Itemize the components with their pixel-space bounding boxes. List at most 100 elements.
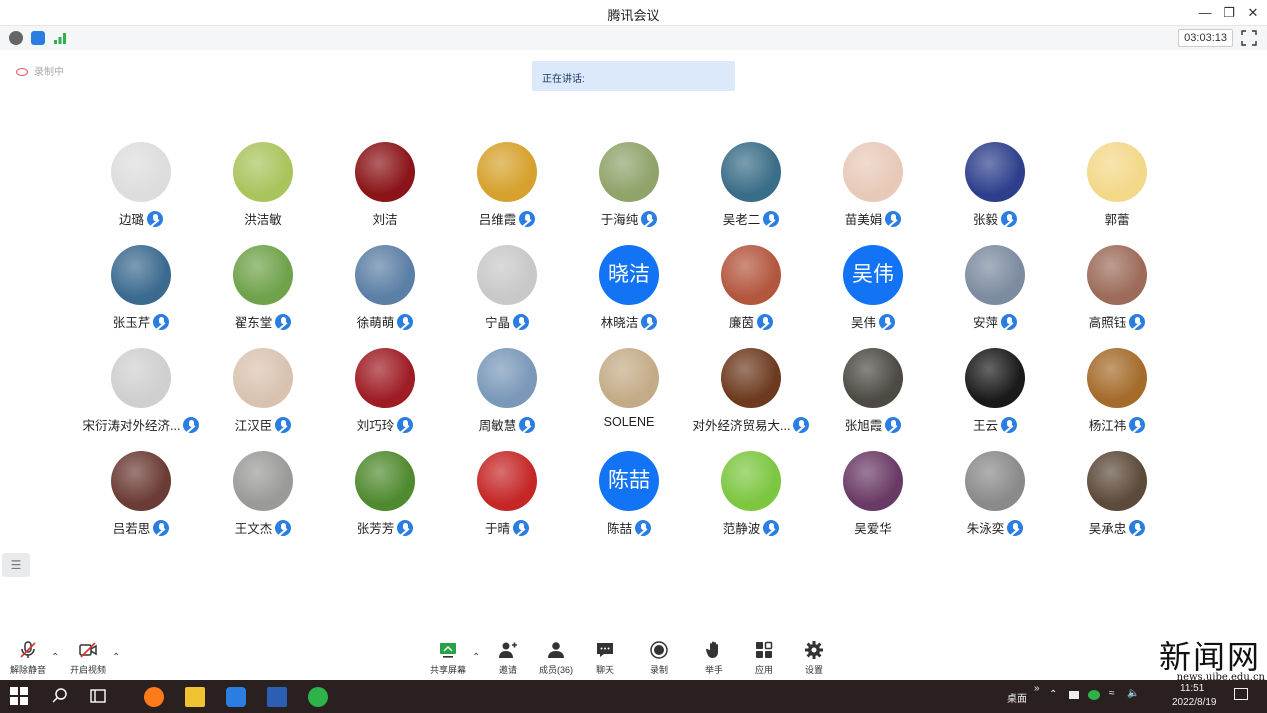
participant-tile[interactable]: SOLENE <box>568 346 690 434</box>
mic-muted-icon <box>1001 211 1017 227</box>
participant-name-row: 张玉芹 <box>80 312 202 331</box>
share-options-chevron-icon[interactable]: ⌃ <box>472 652 480 663</box>
battery-icon[interactable] <box>1069 691 1079 699</box>
participant-name-row: 洪洁敏 <box>202 209 324 228</box>
participant-name: 廉茵 <box>728 316 754 330</box>
tray-overflow-icon[interactable]: ⌃ <box>1049 689 1057 700</box>
participant-tile[interactable]: 苗美娟 <box>812 140 934 228</box>
chat-button[interactable]: 聊天 <box>581 640 629 676</box>
record-button[interactable]: 录制 <box>635 640 683 676</box>
participant-tile[interactable]: 吕若思 <box>80 449 202 537</box>
participant-name: 高照钰 <box>1088 316 1127 330</box>
member-list-toggle-icon[interactable]: ☰ <box>2 553 30 577</box>
raise-hand-button[interactable]: 举手 <box>690 640 738 676</box>
mic-muted-icon <box>635 520 651 536</box>
participant-tile[interactable]: 高照钰 <box>1056 243 1178 331</box>
participant-name: 张芳芳 <box>356 522 395 536</box>
settings-button[interactable]: 设置 <box>790 640 838 676</box>
participant-avatar <box>355 142 415 202</box>
audio-options-chevron-icon[interactable]: ⌃ <box>51 652 59 663</box>
fullscreen-icon[interactable] <box>1241 30 1257 46</box>
participant-avatar <box>233 245 293 305</box>
participant-tile[interactable]: 晓洁 林晓洁 <box>568 243 690 331</box>
wifi-icon[interactable]: ≈ <box>1109 688 1115 699</box>
close-button[interactable]: ✕ <box>1243 4 1263 22</box>
participant-tile[interactable]: 刘洁 <box>324 140 446 228</box>
participant-tile[interactable]: 于海纯 <box>568 140 690 228</box>
windows-start-icon[interactable] <box>10 687 30 707</box>
info-icon[interactable] <box>9 31 23 45</box>
mic-muted-icon <box>183 417 200 433</box>
watermark-url: news.uibe.edu.cn <box>1176 672 1265 683</box>
wechat-icon[interactable] <box>308 687 328 707</box>
clock-time[interactable]: 11:51 <box>1180 683 1204 694</box>
clock-date[interactable]: 2022/8/19 <box>1172 697 1217 708</box>
participant-tile[interactable]: 王文杰 <box>202 449 324 537</box>
video-options-chevron-icon[interactable]: ⌃ <box>112 652 120 663</box>
participant-tile[interactable]: 徐萌萌 <box>324 243 446 331</box>
participant-tile[interactable]: 翟东堂 <box>202 243 324 331</box>
participant-tile[interactable]: 郭蕾 <box>1056 140 1178 228</box>
participant-tile[interactable]: 张芳芳 <box>324 449 446 537</box>
participant-tile[interactable]: 朱泳奕 <box>934 449 1056 537</box>
participant-avatar <box>843 142 903 202</box>
participant-tile[interactable]: 张毅 <box>934 140 1056 228</box>
volume-icon[interactable]: 🔈 <box>1127 688 1139 699</box>
apps-button[interactable]: 应用 <box>740 640 788 676</box>
participant-tile[interactable]: 周敏慧 <box>446 346 568 434</box>
participant-name-row: 吴爱华 <box>812 518 934 537</box>
notification-icon[interactable] <box>1234 688 1248 700</box>
desktop-label[interactable]: 桌面 <box>1007 690 1027 705</box>
desktop-chevron-icon[interactable]: » <box>1034 683 1040 694</box>
participant-tile[interactable]: 陈喆 陈喆 <box>568 449 690 537</box>
file-explorer-icon[interactable] <box>185 687 205 707</box>
participant-tile[interactable]: 吴老二 <box>690 140 812 228</box>
task-view-icon[interactable] <box>89 687 109 707</box>
share-screen-button[interactable]: 共享屏幕 <box>424 640 472 676</box>
participant-tile[interactable]: 于晴 <box>446 449 568 537</box>
participant-name-row: 廉茵 <box>690 312 812 331</box>
restore-button[interactable]: ❐ <box>1219 4 1239 22</box>
start-video-button[interactable]: 开启视频 <box>64 640 112 676</box>
recording-icon <box>16 68 28 77</box>
participant-tile[interactable]: 吕维霞 <box>446 140 568 228</box>
mic-muted-icon <box>641 314 658 330</box>
participant-tile[interactable]: 张玉芹 <box>80 243 202 331</box>
participant-tile[interactable]: 张旭霞 <box>812 346 934 434</box>
tencent-meeting-icon[interactable] <box>226 687 246 707</box>
participant-tile[interactable]: 刘巧玲 <box>324 346 446 434</box>
unmute-button[interactable]: 解除静音 <box>4 640 52 676</box>
firefox-icon[interactable] <box>144 687 164 707</box>
participant-tile[interactable]: 宁晶 <box>446 243 568 331</box>
participant-name: 刘洁 <box>372 213 398 227</box>
participant-avatar <box>721 348 781 408</box>
chat-label: 聊天 <box>595 665 614 675</box>
participant-tile[interactable]: 杨江祎 <box>1056 346 1178 434</box>
participant-avatar <box>1087 245 1147 305</box>
wechat-tray-icon[interactable] <box>1088 690 1100 700</box>
participant-tile[interactable]: 对外经济贸易大... <box>690 346 812 434</box>
members-button[interactable]: 成员(36) <box>532 640 580 676</box>
participant-tile[interactable]: 江汉臣 <box>202 346 324 434</box>
participant-name-row: 于晴 <box>446 518 568 537</box>
participant-tile[interactable]: 边璐 <box>80 140 202 228</box>
minimize-button[interactable]: — <box>1195 4 1215 22</box>
participant-tile[interactable]: 吴伟 吴伟 <box>812 243 934 331</box>
participant-name-row: 对外经济贸易大... <box>690 415 812 434</box>
participant-tile[interactable]: 廉茵 <box>690 243 812 331</box>
participant-name: 王云 <box>972 419 998 433</box>
participant-tile[interactable]: 洪洁敏 <box>202 140 324 228</box>
shield-icon[interactable] <box>31 31 45 45</box>
participant-tile[interactable]: 吴承忠 <box>1056 449 1178 537</box>
participant-tile[interactable]: 吴爱华 <box>812 449 934 537</box>
participant-tile[interactable]: 宋衍涛对外经济... <box>80 346 202 434</box>
participant-name-row: 郭蕾 <box>1056 209 1178 228</box>
participant-tile[interactable]: 安萍 <box>934 243 1056 331</box>
search-icon[interactable] <box>51 687 71 707</box>
invite-button[interactable]: 邀请 <box>484 640 532 676</box>
signal-icon[interactable] <box>53 31 67 45</box>
word-icon[interactable] <box>267 687 287 707</box>
participant-tile[interactable]: 王云 <box>934 346 1056 434</box>
mic-muted-icon <box>513 520 529 536</box>
participant-tile[interactable]: 范静波 <box>690 449 812 537</box>
